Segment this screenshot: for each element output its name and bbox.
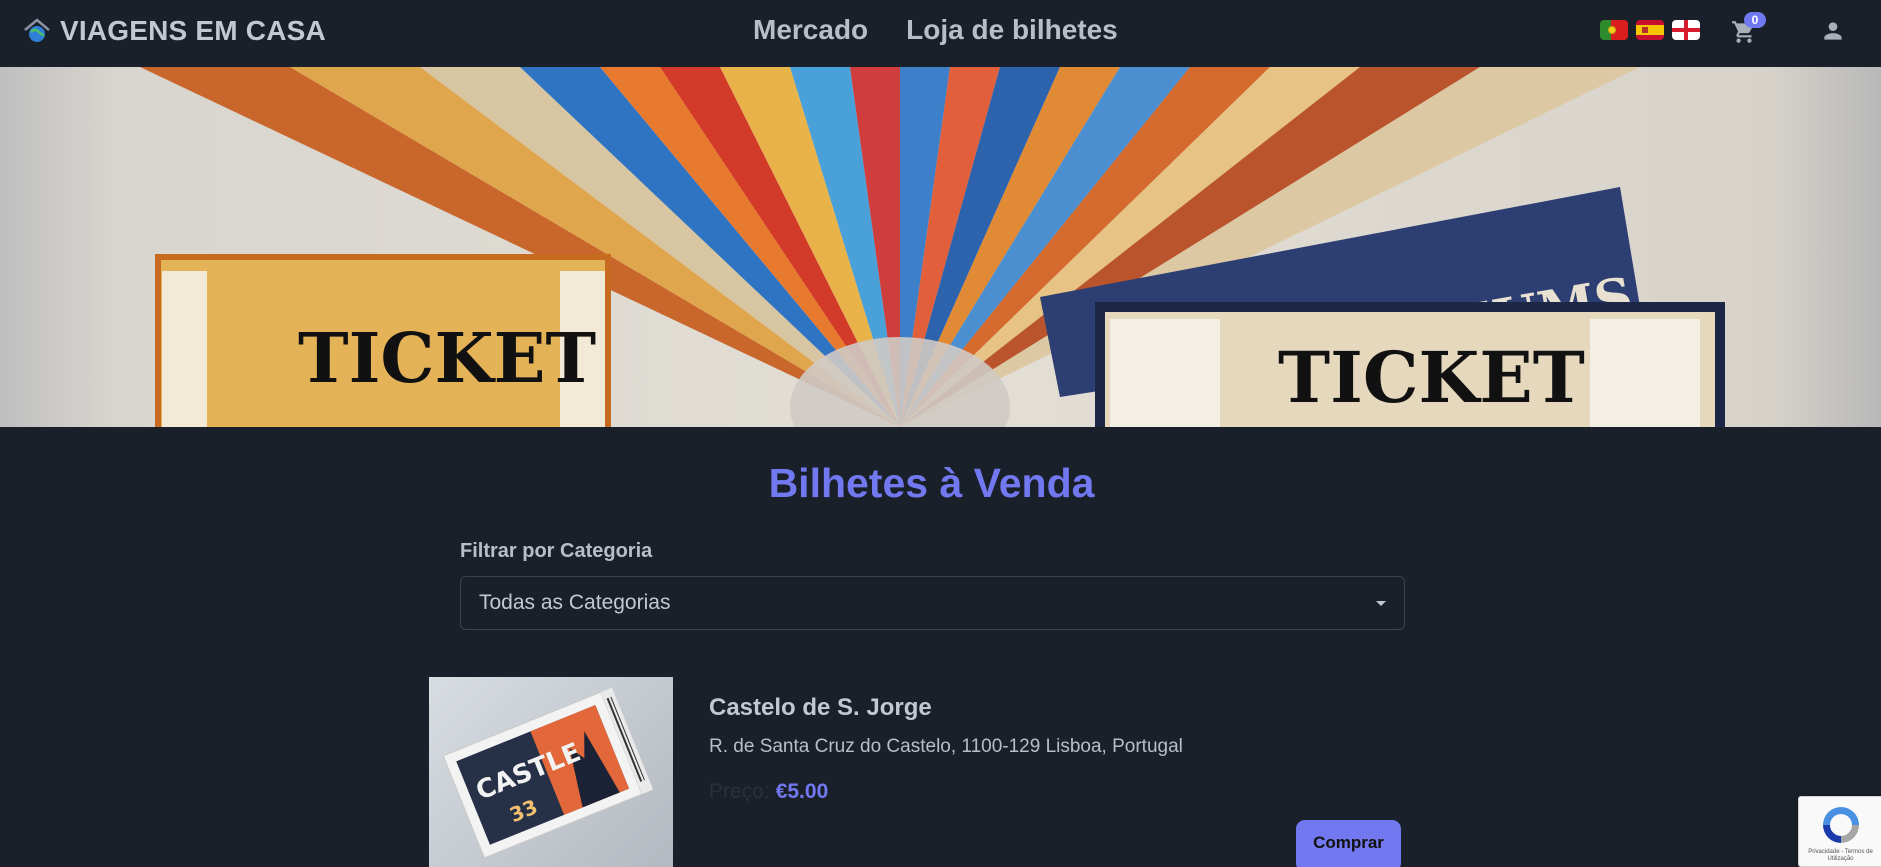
tickets-fan-illustration: TICKET MUSEUMS TICKET bbox=[140, 67, 1725, 427]
nav-link-loja-de-bilhetes[interactable]: Loja de bilhetes bbox=[906, 12, 1118, 48]
brand-home-link[interactable]: VIAGENS EM CASA bbox=[22, 13, 326, 49]
price-label: Preço: bbox=[709, 780, 770, 803]
user-account-icon[interactable] bbox=[1820, 18, 1846, 44]
chevron-down-icon bbox=[1376, 601, 1386, 606]
ticket-price: Preço: €5.00 bbox=[709, 780, 828, 804]
buy-ticket-button[interactable]: Comprar bbox=[1296, 820, 1401, 867]
castle-ticket-illustration: CASTLE 33 bbox=[442, 687, 654, 859]
hero-banner: TICKET MUSEUMS TICKET bbox=[0, 67, 1881, 427]
recaptcha-icon bbox=[1823, 807, 1859, 843]
language-switcher bbox=[1600, 20, 1700, 40]
navbar: VIAGENS EM CASA Mercado Loja de bilhetes… bbox=[0, 0, 1881, 67]
ticket-image: CASTLE 33 bbox=[429, 677, 673, 867]
price-value: €5.00 bbox=[775, 780, 829, 803]
recaptcha-links[interactable]: Privacidade - Termos de Utilização bbox=[1803, 849, 1878, 863]
category-filter-label: Filtrar por Categoria bbox=[460, 540, 653, 562]
svg-text:TICKET: TICKET bbox=[1278, 336, 1585, 419]
ticket-name: Castelo de S. Jorge bbox=[709, 694, 932, 721]
cart-count-badge: 0 bbox=[1744, 12, 1766, 28]
portugal-flag-icon[interactable] bbox=[1600, 20, 1628, 40]
page-title: Bilhetes à Venda bbox=[768, 460, 1095, 506]
england-flag-icon[interactable] bbox=[1672, 20, 1700, 40]
ticket-address: R. de Santa Cruz do Castelo, 1100-129 Li… bbox=[709, 736, 1183, 757]
house-globe-icon bbox=[22, 16, 52, 46]
nav-link-mercado[interactable]: Mercado bbox=[753, 12, 868, 48]
svg-text:TICKET: TICKET bbox=[298, 319, 596, 399]
category-filter-value: Todas as Categorias bbox=[479, 591, 671, 614]
recaptcha-badge[interactable]: Privacidade - Termos de Utilização bbox=[1798, 796, 1881, 867]
brand-name: VIAGENS EM CASA bbox=[60, 15, 326, 46]
spain-flag-icon[interactable] bbox=[1636, 20, 1664, 40]
main-nav: Mercado Loja de bilhetes bbox=[753, 12, 1118, 48]
category-filter-select[interactable]: Todas as Categorias bbox=[460, 576, 1405, 630]
